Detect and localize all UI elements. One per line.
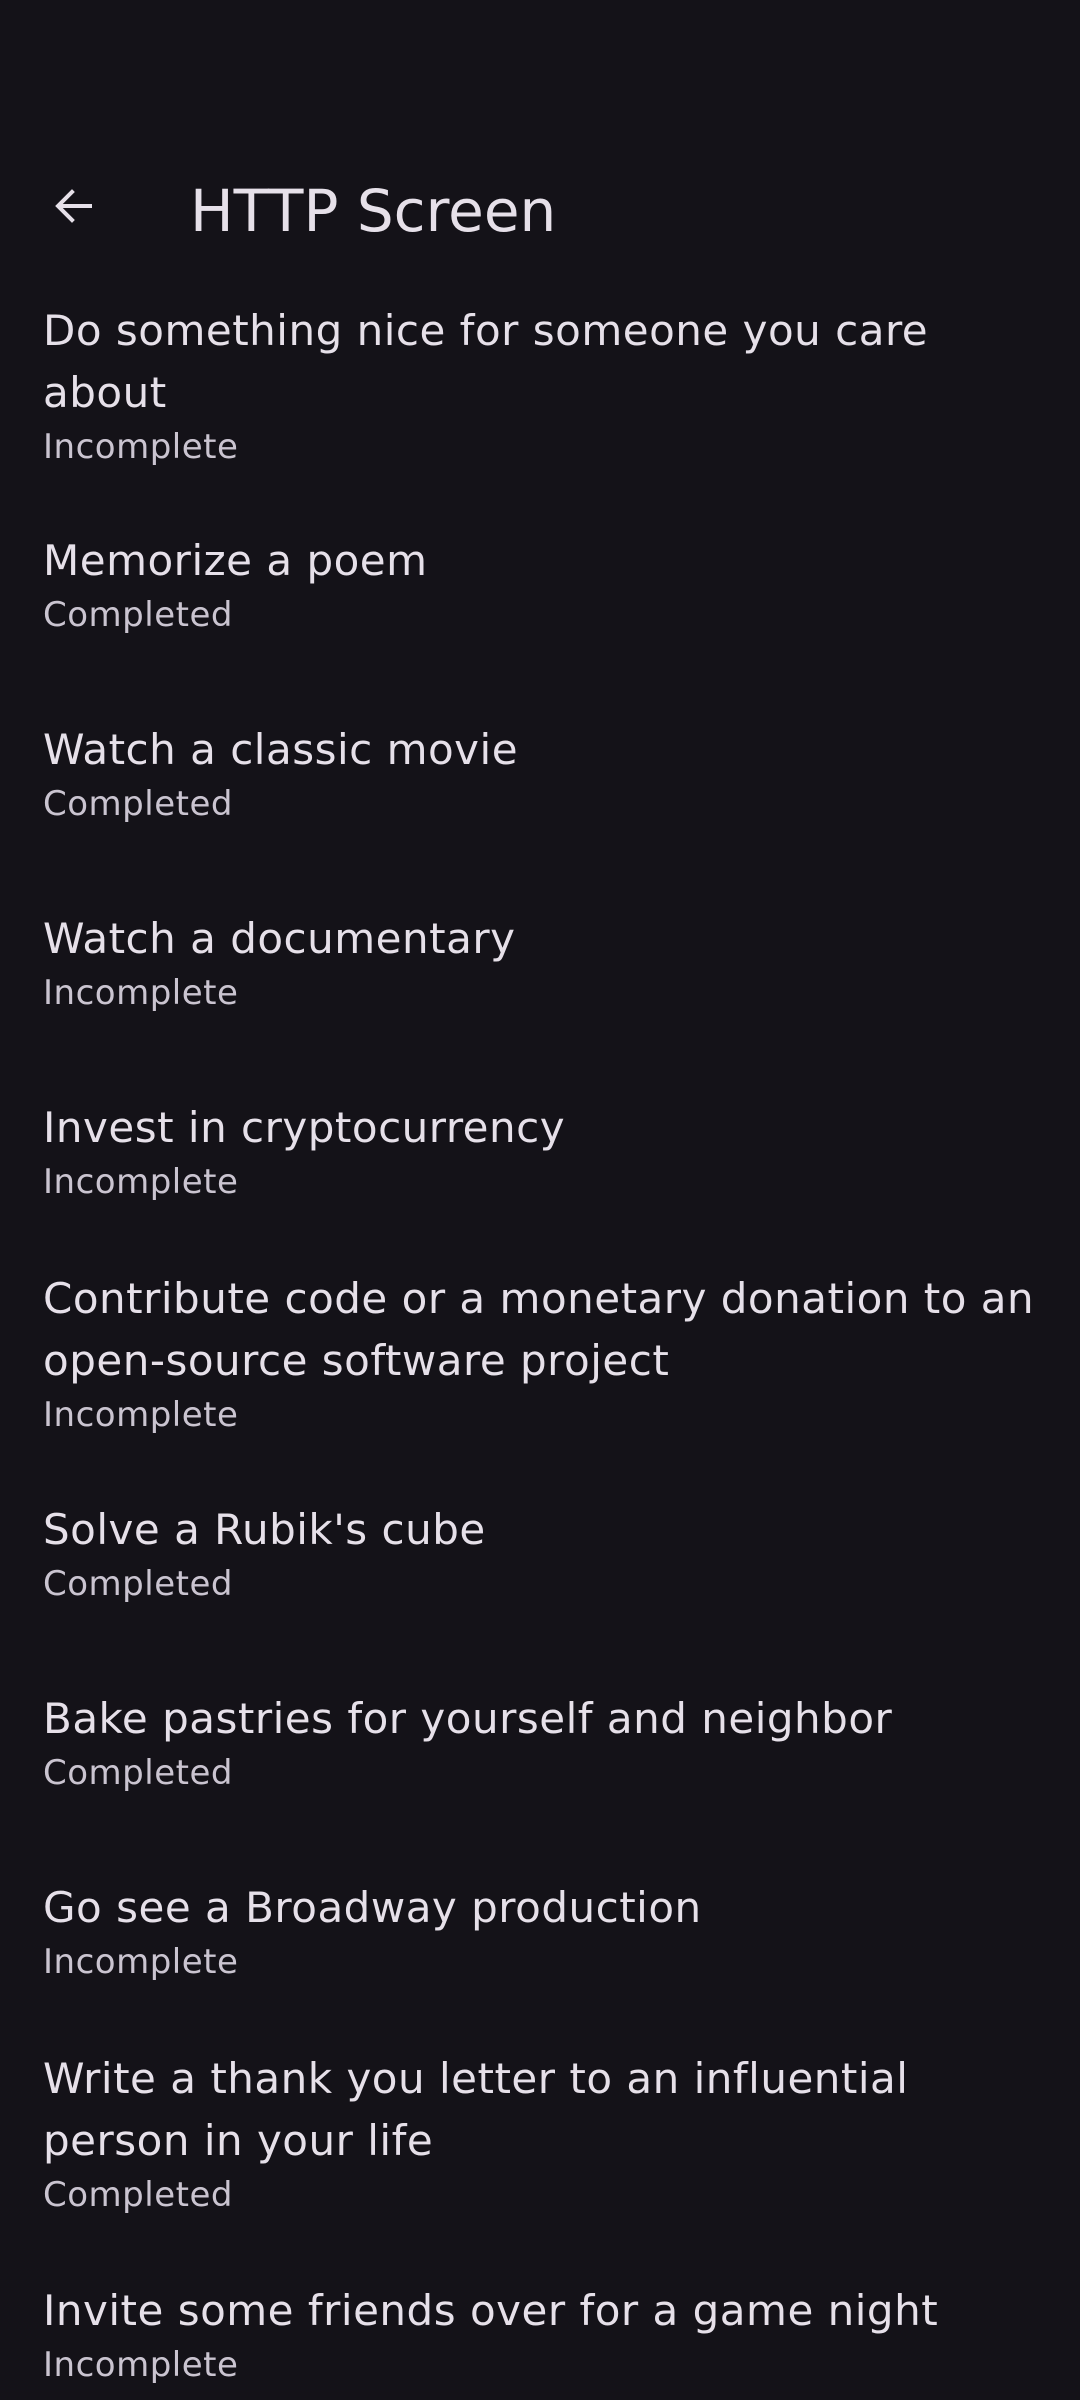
status-bar (0, 0, 1080, 120)
item-status: Completed (43, 1753, 233, 1793)
list-item[interactable]: Write a thank you letter to an influenti… (0, 2048, 1080, 2218)
item-status: Completed (43, 2175, 233, 2215)
list-item[interactable]: Invite some friends over for a game nigh… (0, 2280, 1080, 2388)
item-title: Bake pastries for yourself and neighbor (43, 1694, 893, 1743)
item-title: Do something nice for someone you care a… (43, 306, 929, 417)
item-title: Invest in cryptocurrency (43, 1103, 566, 1152)
item-status: Incomplete (43, 973, 239, 1013)
item-title: Watch a classic movie (43, 725, 519, 774)
back-button[interactable] (38, 172, 110, 244)
list-item[interactable]: Solve a Rubik's cube Completed (0, 1499, 1080, 1607)
list-item[interactable]: Do something nice for someone you care a… (0, 300, 1080, 470)
list-item[interactable]: Watch a classic movie Completed (0, 719, 1080, 827)
item-title: Go see a Broadway production (43, 1883, 702, 1932)
list-item[interactable]: Contribute code or a monetary donation t… (0, 1268, 1080, 1438)
item-status: Incomplete (43, 1942, 239, 1982)
top-app-bar: HTTP Screen (0, 150, 1080, 270)
list-item[interactable]: Go see a Broadway production Incomplete (0, 1877, 1080, 1985)
list-item[interactable]: Bake pastries for yourself and neighbor … (0, 1688, 1080, 1796)
item-status: Completed (43, 1564, 233, 1604)
item-status: Incomplete (43, 1162, 239, 1202)
item-title: Solve a Rubik's cube (43, 1505, 486, 1554)
item-status: Incomplete (43, 427, 239, 467)
item-status: Completed (43, 595, 233, 635)
item-status: Incomplete (43, 1395, 239, 1435)
item-title: Watch a documentary (43, 914, 516, 963)
item-title: Write a thank you letter to an influenti… (43, 2054, 909, 2165)
arrow-back-icon (50, 182, 98, 234)
item-title: Memorize a poem (43, 536, 428, 585)
item-status: Incomplete (43, 2345, 239, 2385)
list-item[interactable]: Watch a documentary Incomplete (0, 908, 1080, 1016)
list-item[interactable]: Memorize a poem Completed (0, 530, 1080, 638)
list-item[interactable]: Invest in cryptocurrency Incomplete (0, 1097, 1080, 1205)
page-title: HTTP Screen (190, 177, 557, 245)
item-status: Completed (43, 784, 233, 824)
item-title: Invite some friends over for a game nigh… (43, 2286, 939, 2335)
item-title: Contribute code or a monetary donation t… (43, 1274, 1035, 1385)
